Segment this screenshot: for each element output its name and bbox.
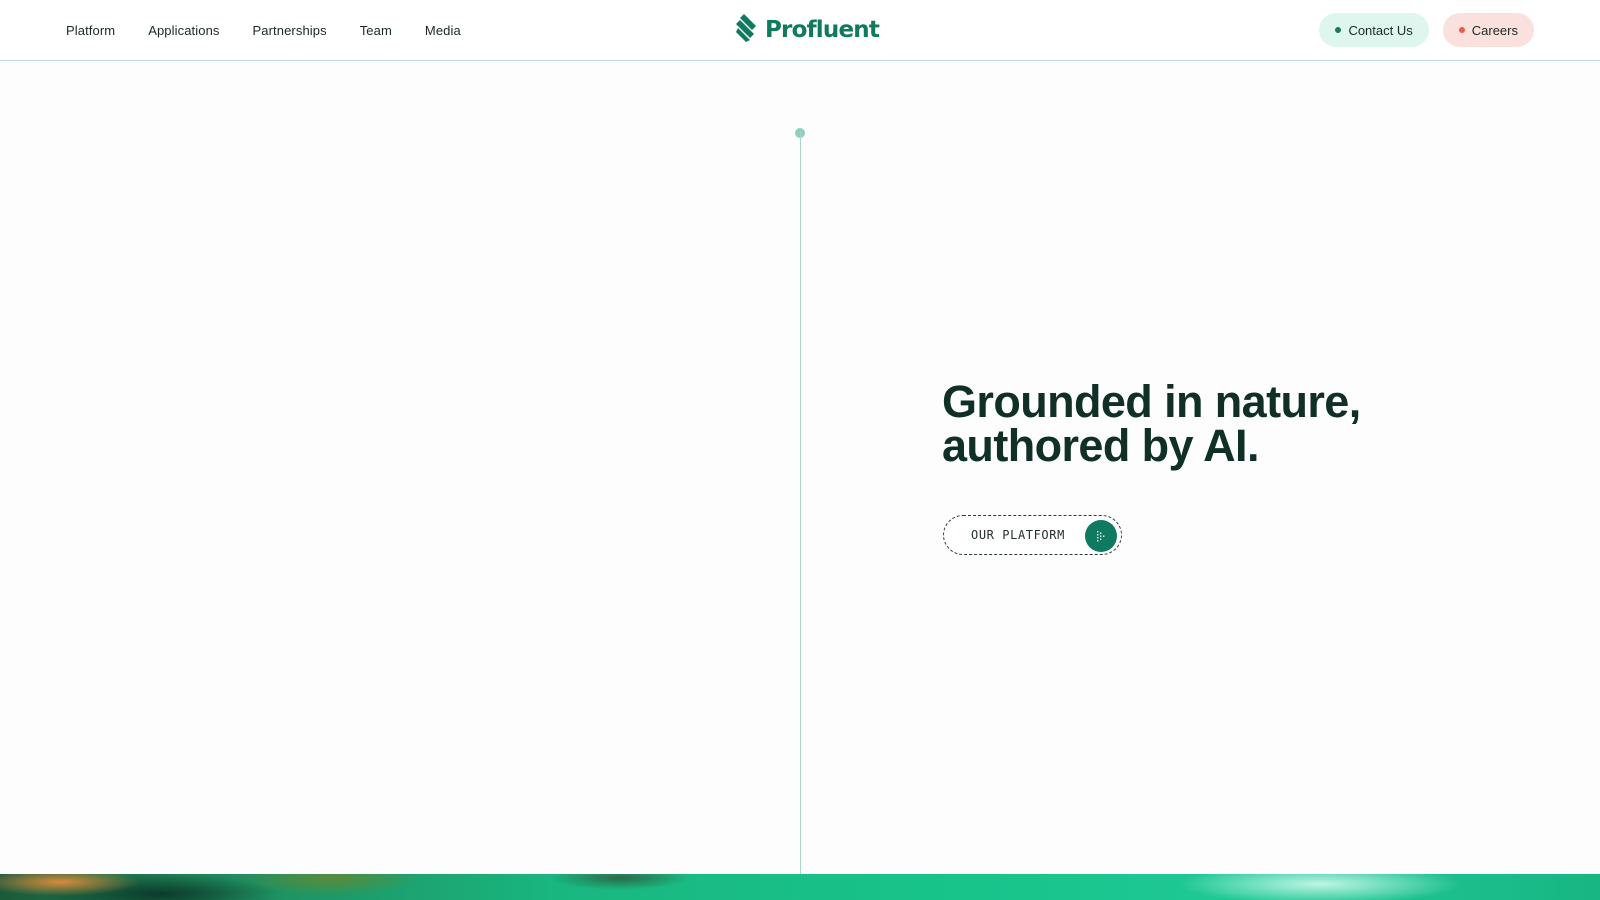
our-platform-button[interactable]: OUR PLATFORM	[943, 515, 1122, 555]
nav-link-media[interactable]: Media	[425, 23, 461, 38]
dotted-arrow-icon	[1085, 520, 1117, 552]
contact-us-label: Contact Us	[1348, 22, 1413, 38]
nav-link-partnerships[interactable]: Partnerships	[253, 23, 327, 38]
logo-text: Profluent	[765, 17, 880, 43]
main-nav: Platform Applications Partnerships Team …	[66, 0, 461, 61]
our-platform-label: OUR PLATFORM	[971, 528, 1065, 542]
nav-link-team[interactable]: Team	[360, 23, 392, 38]
hero-section: Grounded in nature, authored by AI.	[942, 379, 1502, 471]
careers-button[interactable]: Careers	[1442, 13, 1534, 47]
status-dot-icon	[1458, 27, 1465, 33]
timeline-divider	[800, 132, 801, 876]
profluent-logo[interactable]: Profluent	[735, 13, 880, 47]
header-actions: Contact Us Careers	[1319, 13, 1534, 47]
page: Platform Applications Partnerships Team …	[0, 0, 1600, 900]
profluent-stripes-icon	[735, 13, 761, 47]
nav-link-applications[interactable]: Applications	[148, 23, 219, 38]
status-dot-icon	[1335, 27, 1342, 33]
site-header: Platform Applications Partnerships Team …	[0, 0, 1600, 61]
contact-us-button[interactable]: Contact Us	[1319, 13, 1429, 47]
nav-link-platform[interactable]: Platform	[66, 23, 115, 38]
hero-title-line-2: authored by AI.	[942, 420, 1259, 471]
careers-label: Careers	[1471, 22, 1518, 38]
hero-image-banner	[0, 874, 1600, 900]
hero-title: Grounded in nature, authored by AI.	[942, 379, 1502, 471]
